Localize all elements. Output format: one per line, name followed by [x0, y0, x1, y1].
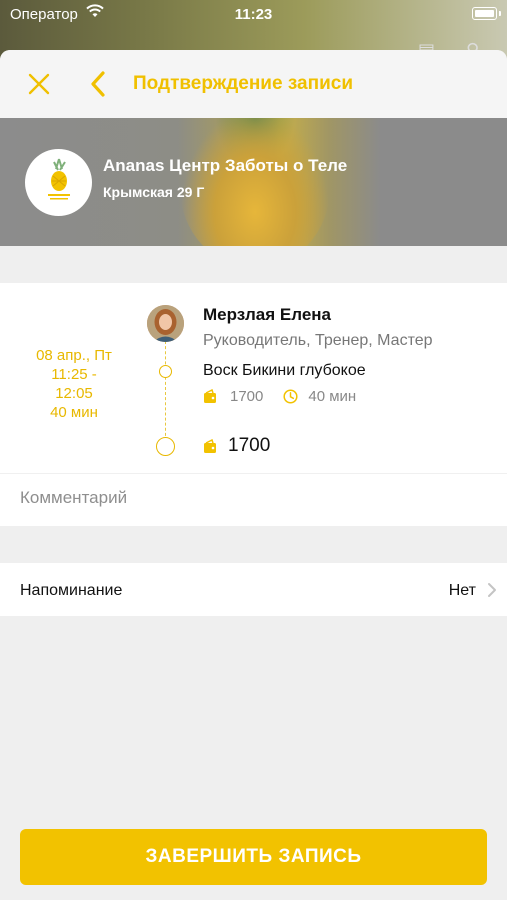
venue-address: Крымская 29 Г: [103, 184, 205, 200]
back-button[interactable]: [88, 70, 108, 98]
chevron-left-icon: [91, 71, 105, 97]
reminder-value: Нет: [448, 582, 476, 599]
service-duration: 40 мин: [308, 388, 357, 405]
close-button[interactable]: [27, 72, 51, 96]
appointment-duration: 40 мин: [50, 404, 98, 421]
comment-input[interactable]: [20, 488, 480, 508]
finish-booking-button[interactable]: ЗАВЕРШИТЬ ЗАПИСЬ: [20, 829, 487, 885]
wallet-icon: [204, 438, 216, 453]
appointment-date: 08 апр., Пт: [36, 347, 112, 364]
service-meta: 1700 40 мин: [203, 388, 356, 405]
service-name: Воск Бикини глубокое: [203, 362, 366, 379]
appointment-time-end: 12:05: [55, 385, 93, 402]
timeline-dot: [159, 365, 172, 378]
status-bar: Оператор 11:23: [0, 0, 507, 28]
reminder-label: Напоминание: [20, 582, 123, 599]
wallet-icon: [204, 389, 216, 403]
timeline-end-dot: [156, 437, 175, 456]
chevron-right-icon: [488, 583, 496, 597]
booking-confirmation-sheet: Подтверждение записи Ananas Центр Заботы…: [0, 50, 507, 900]
appointment-datetime: 08 апр., Пт 11:25 - 12:05 40 мин: [0, 346, 148, 422]
venue-banner: Ananas Центр Заботы о Теле Крымская 29 Г: [0, 118, 507, 246]
avatar: [147, 305, 184, 342]
battery-icon: [472, 7, 497, 20]
reminder-row[interactable]: Напоминание Нет: [0, 563, 507, 616]
total-price-value: 1700: [228, 435, 271, 456]
comment-row: [0, 473, 507, 526]
appointment-time-start: 11:25 -: [51, 366, 97, 383]
appointment-card: 08 апр., Пт 11:25 - 12:05 40 мин Мерзлая…: [0, 283, 507, 473]
specialist-roles: Руководитель, Тренер, Мастер: [203, 332, 433, 349]
close-icon: [28, 73, 50, 95]
clock-icon: [283, 389, 298, 404]
sheet-header: Подтверждение записи: [0, 50, 507, 118]
page-title: Подтверждение записи: [133, 73, 353, 94]
specialist-name: Мерзлая Елена: [203, 305, 331, 324]
total-price: 1700: [203, 435, 270, 457]
service-price: 1700: [230, 388, 264, 405]
timeline-line: [165, 341, 166, 441]
clock: 11:23: [234, 6, 273, 23]
pineapple-logo: [25, 149, 92, 216]
venue-name: Ananas Центр Заботы о Теле: [103, 156, 348, 175]
